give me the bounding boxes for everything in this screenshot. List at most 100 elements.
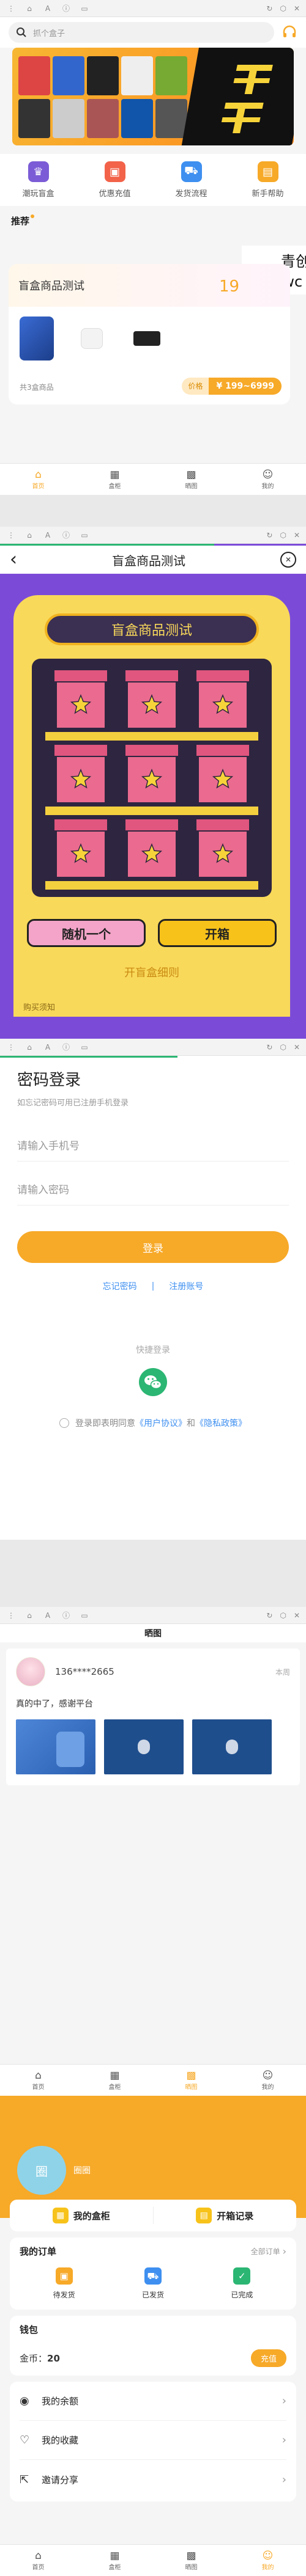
password-field[interactable]: 请输入密码 xyxy=(17,1173,289,1206)
chevron-right-icon: › xyxy=(282,2395,286,2407)
back-icon[interactable]: ‹ xyxy=(10,551,17,569)
browser-bar: ⋮ ⌂ A ⓘ ▭ ↻ ⬡ ✕ xyxy=(0,1607,306,1624)
tab-mine[interactable]: ☺ 我的 xyxy=(230,2065,306,2096)
product-title: 盲盒商品测试 xyxy=(18,280,84,293)
search-bar[interactable]: 抓个盒子 xyxy=(9,22,274,43)
tab-home[interactable]: ⌂ 首页 xyxy=(0,2545,76,2576)
refresh-icon[interactable]: ↻ xyxy=(266,1043,272,1052)
forgot-password-link[interactable]: 忘记密码 xyxy=(103,1280,137,1292)
headset-icon[interactable] xyxy=(282,24,297,40)
tab-icon[interactable]: ▭ xyxy=(80,1043,89,1052)
share-screen: ⋮ ⌂ A ⓘ ▭ ↻ ⬡ ✕ 晒图 136****2665 本周 真的中了，感… xyxy=(0,1607,306,2096)
order-status-shipped[interactable]: ⛟ 已发货 xyxy=(108,2267,197,2300)
post-username: 136****2665 xyxy=(55,1666,114,1677)
tab-icon[interactable]: ▭ xyxy=(80,1611,89,1620)
lock-icon: ⬡ xyxy=(280,4,286,13)
menu-item-balance[interactable]: ◉ 我的余额 › xyxy=(20,2382,286,2421)
tab-cabinet[interactable]: ▦ 盒柜 xyxy=(76,464,153,495)
tab-mine[interactable]: ☺ 我的 xyxy=(230,464,306,495)
post-photo[interactable] xyxy=(104,1719,184,1774)
tab-cabinet[interactable]: ▦ 盒柜 xyxy=(76,2545,153,2576)
font-icon[interactable]: A xyxy=(43,4,53,13)
order-status-completed[interactable]: ✓ 已完成 xyxy=(198,2267,286,2300)
tab-share[interactable]: ▩ 晒图 xyxy=(153,2065,230,2096)
close-icon[interactable]: ✕ xyxy=(294,1043,300,1052)
menu-item-favorites[interactable]: ♡ 我的收藏 › xyxy=(20,2421,286,2460)
refresh-icon[interactable]: ↻ xyxy=(266,1611,272,1620)
search-input[interactable]: 抓个盒子 xyxy=(33,27,65,38)
info-icon[interactable]: ⓘ xyxy=(61,1610,71,1620)
refresh-icon[interactable]: ↻ xyxy=(266,4,272,13)
info-icon[interactable]: ⓘ xyxy=(61,530,71,540)
user-agreement-link[interactable]: 《用户协议》 xyxy=(135,1417,187,1429)
shortcut-blind-box[interactable]: ♛ 潮玩盲盒 xyxy=(0,161,76,199)
refresh-icon[interactable]: ↻ xyxy=(266,531,272,540)
close-icon[interactable]: ✕ xyxy=(294,4,300,13)
product-card[interactable]: 盲盒商品测试 19 共3盒商品 价格 ¥ 199~6999 xyxy=(9,264,290,404)
open-records-button[interactable]: ▤ 开箱记录 xyxy=(154,2200,297,2231)
open-box-button[interactable]: 开箱 xyxy=(158,919,277,947)
info-icon[interactable]: ⓘ xyxy=(61,1042,71,1052)
post-card[interactable]: 136****2665 本周 真的中了，感谢平台 xyxy=(6,1648,300,1785)
shortcut-recharge[interactable]: ▣ 优惠充值 xyxy=(76,161,153,199)
wechat-icon[interactable] xyxy=(139,1368,167,1396)
font-icon[interactable]: A xyxy=(43,1043,53,1052)
section-title: 推荐 xyxy=(11,216,30,227)
box-grid[interactable] xyxy=(45,666,258,890)
login-title: 密码登录 xyxy=(17,1071,81,1089)
register-link[interactable]: 注册账号 xyxy=(169,1280,203,1292)
home-icon[interactable]: ⌂ xyxy=(24,531,34,540)
post-photo[interactable] xyxy=(16,1719,95,1774)
home-icon[interactable]: ⌂ xyxy=(24,1043,34,1052)
home-icon: ⌂ xyxy=(35,468,42,481)
tab-share[interactable]: ▩ 晒图 xyxy=(153,464,230,495)
order-status-pending[interactable]: ▣ 待发货 xyxy=(20,2267,108,2300)
close-icon[interactable]: ✕ xyxy=(294,531,300,540)
menu-item-invite[interactable]: ⇱ 邀请分享 › xyxy=(20,2460,286,2499)
box-cabinet-button[interactable]: ▦ 我的盒柜 xyxy=(10,2200,153,2231)
purchase-note[interactable]: 购买须知 xyxy=(23,1001,55,1012)
home-icon[interactable]: ⌂ xyxy=(24,1611,34,1620)
login-button[interactable]: 登录 xyxy=(17,1231,289,1263)
lock-icon: ⬡ xyxy=(280,530,286,540)
grid-icon: ▩ xyxy=(186,468,196,481)
menu-icon[interactable]: ⋮ xyxy=(6,1611,16,1620)
banner-product-image xyxy=(18,56,50,95)
privacy-policy-link[interactable]: 《隐私政策》 xyxy=(195,1417,247,1429)
font-icon[interactable]: A xyxy=(43,1611,53,1620)
tab-icon[interactable]: ▭ xyxy=(80,531,89,540)
tab-share[interactable]: ▩ 晒图 xyxy=(153,2545,230,2576)
info-icon[interactable]: ⓘ xyxy=(61,3,71,13)
banner-product-image xyxy=(121,56,153,95)
close-icon[interactable]: ✕ xyxy=(294,1611,300,1620)
rules-link[interactable]: 开盲盒细则 xyxy=(13,964,290,980)
shortcut-shipping[interactable]: ⛟ 发货流程 xyxy=(153,161,230,199)
peek-number: 19 xyxy=(219,277,240,296)
menu-icon[interactable]: ⋮ xyxy=(6,4,16,13)
tab-home[interactable]: ⌂ 首页 xyxy=(0,464,76,495)
profile-screen: 圈 圈圈 ▦ 我的盒柜 ▤ 开箱记录 我的订单 全部订单 › ▣ 待发货 ⛟ 已… xyxy=(0,2096,306,2576)
menu-icon[interactable]: ⋮ xyxy=(6,531,16,540)
page-title: 盲盒商品测试 xyxy=(112,553,185,568)
random-button[interactable]: 随机一个 xyxy=(27,919,146,947)
shortcut-help[interactable]: ▤ 新手帮助 xyxy=(230,161,306,199)
all-orders-link[interactable]: 全部订单 xyxy=(251,2246,280,2256)
menu-icon[interactable]: ⋮ xyxy=(6,1043,16,1052)
tab-home[interactable]: ⌂ 首页 xyxy=(0,2065,76,2096)
profile-avatar[interactable]: 圈 xyxy=(17,2146,66,2195)
font-icon[interactable]: A xyxy=(43,531,53,540)
home-icon[interactable]: ⌂ xyxy=(24,4,34,13)
phone-field[interactable]: 请输入手机号 xyxy=(17,1129,289,1162)
search-icon xyxy=(17,27,26,37)
wallet-icon: ▣ xyxy=(104,161,125,182)
agree-checkbox[interactable] xyxy=(59,1418,69,1428)
tab-icon[interactable]: ▭ xyxy=(80,4,89,13)
post-photo[interactable] xyxy=(192,1719,272,1774)
shipped-icon: ⛟ xyxy=(144,2267,162,2285)
open-box-button-label: 开箱 xyxy=(205,926,230,942)
tab-mine[interactable]: ☺ 我的 xyxy=(230,2545,306,2576)
tab-cabinet[interactable]: ▦ 盒柜 xyxy=(76,2065,153,2096)
sound-off-icon[interactable]: ✕ xyxy=(280,552,296,568)
recharge-button[interactable]: 充值 xyxy=(250,2349,286,2367)
banner[interactable] xyxy=(12,48,294,145)
